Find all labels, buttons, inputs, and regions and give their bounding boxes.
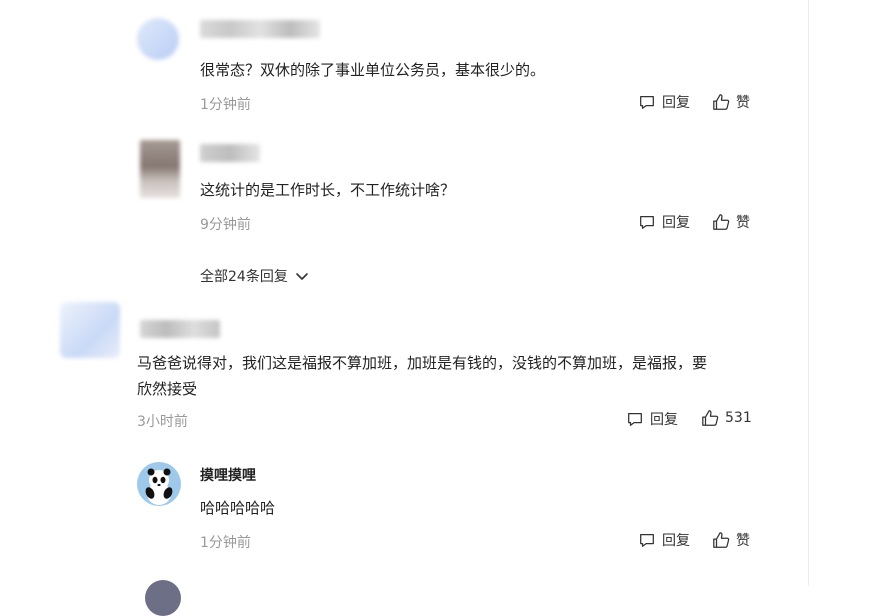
comment-text: 很常态？双休的除了事业单位公务员，基本很少的。 [200,61,546,79]
avatar[interactable] [145,580,181,616]
right-divider [808,0,809,586]
comment-time: 1分钟前 [200,535,251,551]
like-label: 赞 [736,95,750,111]
thumbs-up-icon [713,532,730,548]
reply-button[interactable]: 回复 [638,92,690,112]
comment-icon [628,412,642,426]
panda-avatar-icon [145,468,173,505]
like-button[interactable]: 赞 [712,530,750,550]
reply-label: 回复 [662,533,690,549]
username[interactable]: 摸哩摸哩 [200,465,256,485]
username-blurred[interactable] [140,320,220,338]
thumbs-up-icon [713,214,730,230]
comment-text: 哈哈哈哈哈 [200,499,276,517]
avatar[interactable] [60,302,120,358]
comment-icon [640,95,654,109]
thumbs-up-icon [713,94,730,110]
reply-button[interactable]: 回复 [626,409,678,429]
comment-text-line2: 欣然接受 [137,380,198,398]
comment-time: 3小时前 [137,414,188,430]
comment-text-line1: 马爸爸说得对，我们这是福报不算加班，加班是有钱的，没钱的不算加班，是福报，要 [137,354,708,372]
expand-replies-label: 全部24条回复 [200,269,288,285]
reply-label: 回复 [662,215,690,231]
like-label: 赞 [736,215,750,231]
like-label: 赞 [736,533,750,549]
comment-icon [640,215,654,229]
username-blurred[interactable] [200,20,320,38]
avatar[interactable] [137,462,181,506]
chevron-down-icon [296,273,308,280]
comment-time: 1分钟前 [200,97,251,113]
like-count: 531 [725,410,752,426]
expand-replies-button[interactable]: 全部24条回复 [200,266,310,286]
reply-button[interactable]: 回复 [638,212,690,232]
like-button[interactable]: 赞 [712,92,750,112]
reply-label: 回复 [650,412,678,428]
comment-time: 9分钟前 [200,217,251,233]
like-button[interactable]: 531 [701,409,752,427]
reply-label: 回复 [662,95,690,111]
like-button[interactable]: 赞 [712,212,750,232]
reply-button[interactable]: 回复 [638,530,690,550]
thumbs-up-icon [702,410,719,426]
comment-text: 这统计的是工作时长，不工作统计啥？ [200,181,456,199]
avatar[interactable] [140,140,180,198]
username-blurred[interactable] [200,144,260,162]
avatar[interactable] [137,18,179,60]
comment-icon [640,533,654,547]
